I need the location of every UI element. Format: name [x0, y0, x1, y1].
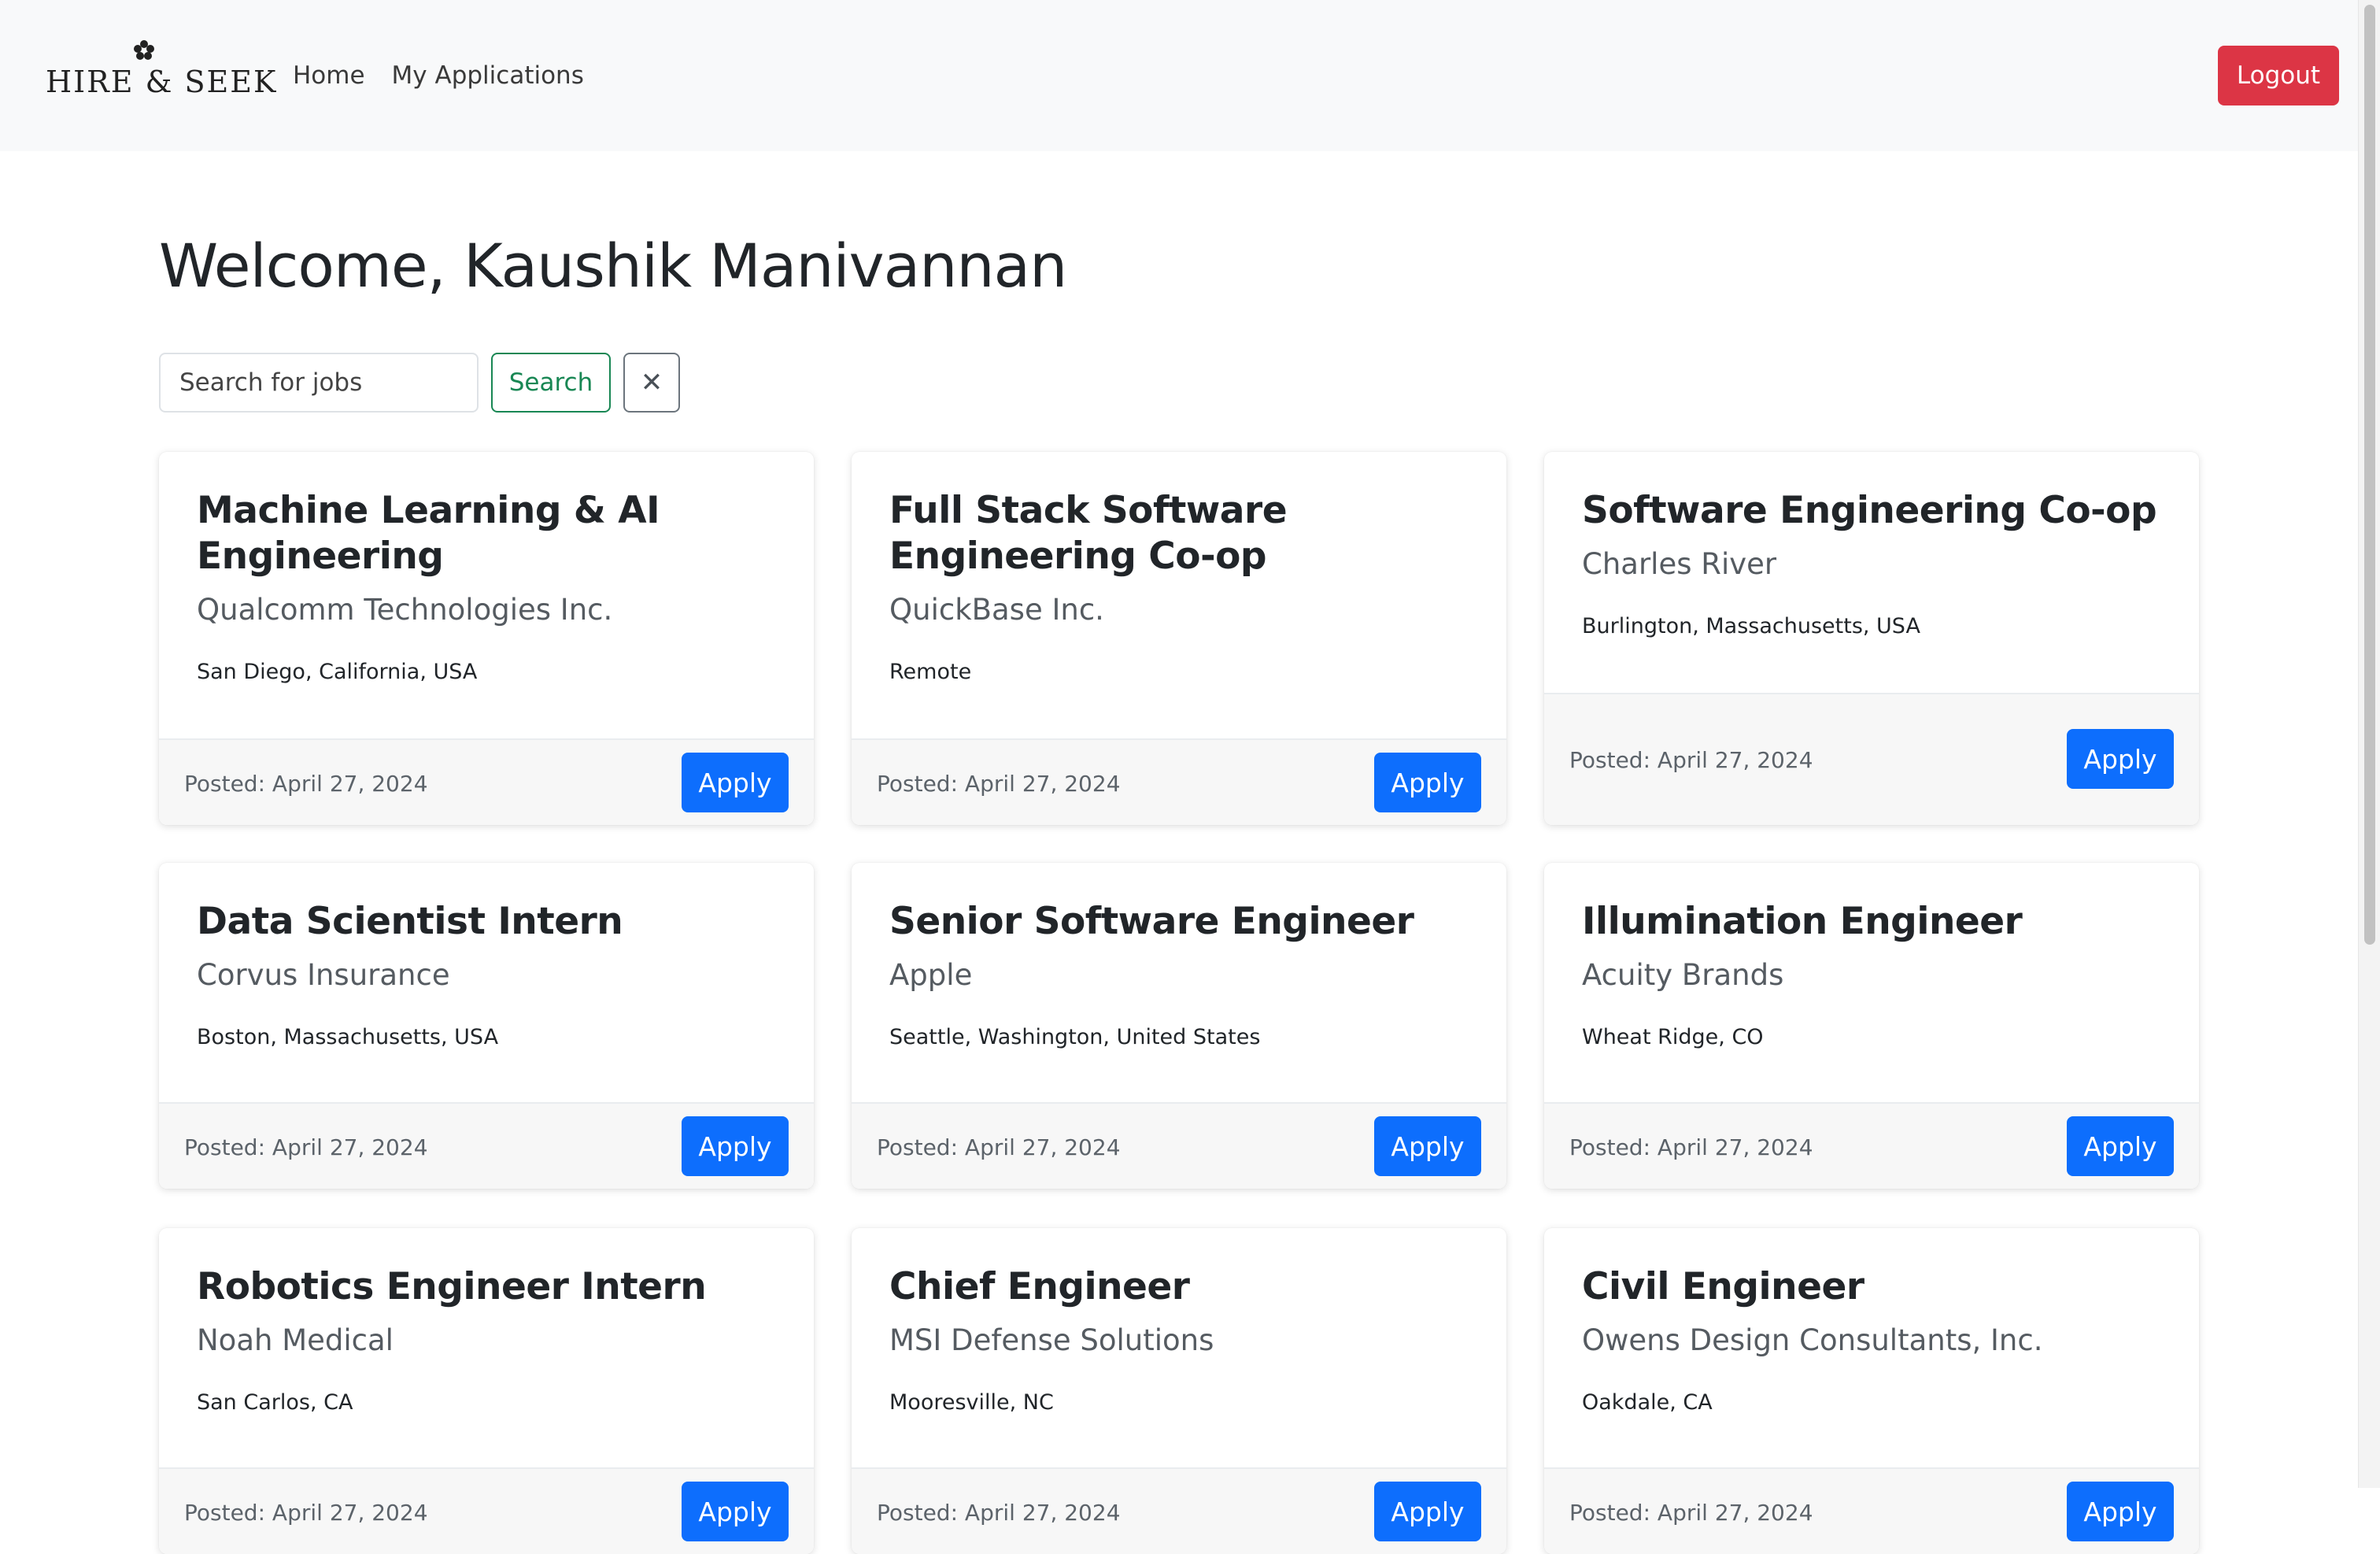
brand-logo[interactable]: HIRE & SEEK [46, 39, 275, 102]
posted-date: Posted: April 27, 2024 [1569, 1134, 1813, 1160]
page-scrollbar[interactable] [2358, 0, 2380, 1488]
job-card: Machine Learning & AI Engineering Qualco… [159, 452, 814, 825]
apply-button[interactable]: Apply [682, 753, 789, 812]
job-title: Software Engineering Co-op [1582, 489, 2157, 532]
posted-date: Posted: April 27, 2024 [1569, 1500, 1813, 1526]
apply-button[interactable]: Apply [1374, 1116, 1481, 1176]
nav-link-my-applications[interactable]: My Applications [392, 58, 584, 93]
job-location: San Carlos, CA [197, 1390, 353, 1415]
page-title: Welcome, Kaushik Manivannan [159, 231, 1067, 301]
job-card: Illumination Engineer Acuity Brands Whea… [1544, 863, 2199, 1189]
apply-button[interactable]: Apply [1374, 753, 1481, 812]
nav-links: Home My Applications [293, 58, 584, 93]
job-title: Civil Engineer [1582, 1265, 1864, 1308]
search-button[interactable]: Search [491, 353, 611, 413]
card-footer: Posted: April 27, 2024 Apply [852, 1467, 1506, 1554]
apply-button[interactable]: Apply [682, 1482, 789, 1541]
job-company: Qualcomm Technologies Inc. [197, 593, 613, 627]
nav-link-home[interactable]: Home [293, 58, 365, 93]
job-location: Remote [889, 660, 972, 684]
job-company: Noah Medical [197, 1323, 394, 1357]
posted-date: Posted: April 27, 2024 [877, 771, 1121, 797]
apply-button[interactable]: Apply [682, 1116, 789, 1176]
job-card: Civil Engineer Owens Design Consultants,… [1544, 1228, 2199, 1554]
card-footer: Posted: April 27, 2024 Apply [852, 1102, 1506, 1189]
card-footer: Posted: April 27, 2024 Apply [852, 738, 1506, 825]
search-input[interactable] [159, 353, 479, 413]
job-title: Machine Learning & AI Engineering [197, 489, 660, 578]
apply-button[interactable]: Apply [2067, 1482, 2174, 1541]
brand-text: HIRE & SEEK [46, 65, 278, 99]
apply-button[interactable]: Apply [2067, 1116, 2174, 1176]
card-footer: Posted: April 27, 2024 Apply [159, 738, 814, 825]
clear-search-button[interactable]: ✕ [623, 353, 680, 413]
navbar: HIRE & SEEK Home My Applications Logout [0, 0, 2358, 151]
job-card: Software Engineering Co-op Charles River… [1544, 452, 2199, 825]
flower-icon [134, 40, 154, 60]
job-title: Data Scientist Intern [197, 900, 623, 943]
logout-button[interactable]: Logout [2218, 46, 2339, 105]
job-title: Chief Engineer [889, 1265, 1190, 1308]
apply-button[interactable]: Apply [2067, 729, 2174, 789]
job-company: Corvus Insurance [197, 958, 450, 992]
job-company: Apple [889, 958, 973, 992]
job-card: Robotics Engineer Intern Noah Medical Sa… [159, 1228, 814, 1554]
card-footer: Posted: April 27, 2024 Apply [159, 1102, 814, 1189]
posted-date: Posted: April 27, 2024 [1569, 747, 1813, 773]
job-location: Mooresville, NC [889, 1390, 1054, 1415]
posted-date: Posted: April 27, 2024 [184, 771, 428, 797]
job-title: Full Stack Software Engineering Co-op [889, 489, 1288, 578]
job-card: Senior Software Engineer Apple Seattle, … [852, 863, 1506, 1189]
card-footer: Posted: April 27, 2024 Apply [1544, 1467, 2199, 1554]
job-title: Robotics Engineer Intern [197, 1265, 707, 1308]
card-footer: Posted: April 27, 2024 Apply [159, 1467, 814, 1554]
job-company: Charles River [1582, 547, 1777, 581]
scrollbar-thumb[interactable] [2364, 5, 2375, 945]
posted-date: Posted: April 27, 2024 [877, 1500, 1121, 1526]
job-location: San Diego, California, USA [197, 660, 478, 684]
job-company: Owens Design Consultants, Inc. [1582, 1323, 2043, 1357]
job-location: Boston, Massachusetts, USA [197, 1025, 499, 1049]
job-company: Acuity Brands [1582, 958, 1784, 992]
card-footer: Posted: April 27, 2024 Apply [1544, 693, 2199, 825]
posted-date: Posted: April 27, 2024 [877, 1134, 1121, 1160]
job-location: Wheat Ridge, CO [1582, 1025, 1764, 1049]
apply-button[interactable]: Apply [1374, 1482, 1481, 1541]
job-location: Oakdale, CA [1582, 1390, 1713, 1415]
job-title: Illumination Engineer [1582, 900, 2023, 943]
job-card: Data Scientist Intern Corvus Insurance B… [159, 863, 814, 1189]
job-card: Full Stack Software Engineering Co-op Qu… [852, 452, 1506, 825]
job-company: QuickBase Inc. [889, 593, 1104, 627]
job-company: MSI Defense Solutions [889, 1323, 1214, 1357]
card-footer: Posted: April 27, 2024 Apply [1544, 1102, 2199, 1189]
job-location: Seattle, Washington, United States [889, 1025, 1261, 1049]
job-card: Chief Engineer MSI Defense Solutions Moo… [852, 1228, 1506, 1554]
job-location: Burlington, Massachusetts, USA [1582, 614, 1920, 638]
posted-date: Posted: April 27, 2024 [184, 1500, 428, 1526]
job-title: Senior Software Engineer [889, 900, 1414, 943]
close-icon: ✕ [640, 367, 663, 398]
posted-date: Posted: April 27, 2024 [184, 1134, 428, 1160]
